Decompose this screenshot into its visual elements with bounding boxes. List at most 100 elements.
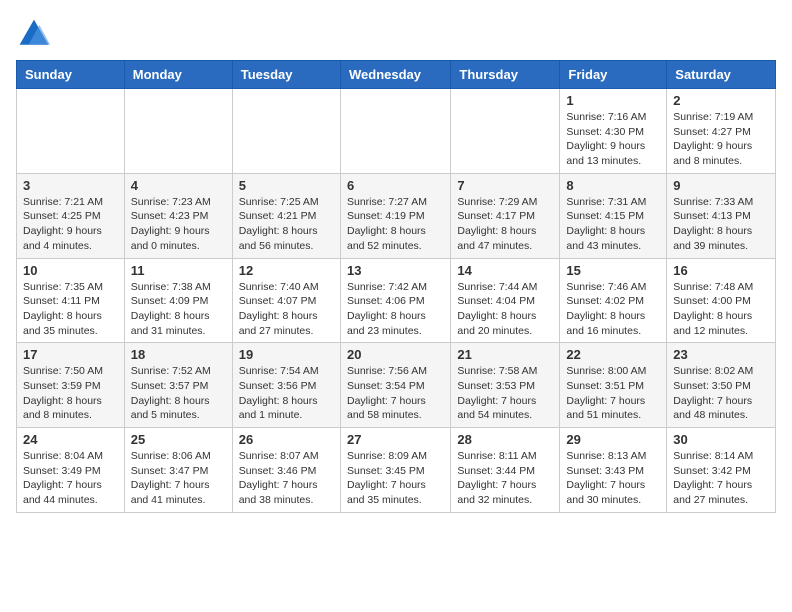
day-info: Sunrise: 7:19 AM Sunset: 4:27 PM Dayligh… bbox=[673, 110, 769, 169]
calendar-cell bbox=[17, 89, 125, 174]
calendar-cell: 20 Sunrise: 7:56 AM Sunset: 3:54 PM Dayli… bbox=[340, 343, 450, 428]
calendar-cell: 19Sunrise: 7:54 AM Sunset: 3:56 PM Dayli… bbox=[232, 343, 340, 428]
day-info: Sunrise: 8:07 AM Sunset: 3:46 PM Dayligh… bbox=[239, 449, 334, 508]
day-info: Sunrise: 7:58 AM Sunset: 3:53 PM Dayligh… bbox=[457, 364, 553, 423]
calendar-cell: 8 Sunrise: 7:31 AM Sunset: 4:15 PM Daylig… bbox=[560, 173, 667, 258]
calendar-cell bbox=[340, 89, 450, 174]
day-number: 25 bbox=[131, 432, 226, 447]
day-number: 23 bbox=[673, 347, 769, 362]
day-info: Sunrise: 8:14 AM Sunset: 3:42 PM Dayligh… bbox=[673, 449, 769, 508]
day-info: Sunrise: 7:33 AM Sunset: 4:13 PM Dayligh… bbox=[673, 195, 769, 254]
day-number: 17 bbox=[23, 347, 118, 362]
calendar-cell: 14 Sunrise: 7:44 AM Sunset: 4:04 PM Dayli… bbox=[451, 258, 560, 343]
calendar-cell: 21 Sunrise: 7:58 AM Sunset: 3:53 PM Dayli… bbox=[451, 343, 560, 428]
day-number: 21 bbox=[457, 347, 553, 362]
day-info: Sunrise: 7:48 AM Sunset: 4:00 PM Dayligh… bbox=[673, 280, 769, 339]
day-info: Sunrise: 7:29 AM Sunset: 4:17 PM Dayligh… bbox=[457, 195, 553, 254]
day-info: Sunrise: 7:38 AM Sunset: 4:09 PM Dayligh… bbox=[131, 280, 226, 339]
day-of-week-header: Saturday bbox=[667, 61, 776, 89]
logo-icon bbox=[16, 16, 52, 52]
day-info: Sunrise: 8:02 AM Sunset: 3:50 PM Dayligh… bbox=[673, 364, 769, 423]
calendar-week-row: 17 Sunrise: 7:50 AM Sunset: 3:59 PM Dayli… bbox=[17, 343, 776, 428]
day-info: Sunrise: 7:35 AM Sunset: 4:11 PM Dayligh… bbox=[23, 280, 118, 339]
day-number: 8 bbox=[566, 178, 660, 193]
day-number: 7 bbox=[457, 178, 553, 193]
calendar-cell: 6 Sunrise: 7:27 AM Sunset: 4:19 PM Daylig… bbox=[340, 173, 450, 258]
day-number: 4 bbox=[131, 178, 226, 193]
day-number: 6 bbox=[347, 178, 444, 193]
calendar-cell: 3Sunrise: 7:21 AM Sunset: 4:25 PM Daylig… bbox=[17, 173, 125, 258]
calendar-cell: 13 Sunrise: 7:42 AM Sunset: 4:06 PM Dayli… bbox=[340, 258, 450, 343]
calendar-cell: 5 Sunrise: 7:25 AM Sunset: 4:21 PM Daylig… bbox=[232, 173, 340, 258]
day-number: 10 bbox=[23, 263, 118, 278]
day-info: Sunrise: 8:13 AM Sunset: 3:43 PM Dayligh… bbox=[566, 449, 660, 508]
day-number: 16 bbox=[673, 263, 769, 278]
day-info: Sunrise: 7:27 AM Sunset: 4:19 PM Dayligh… bbox=[347, 195, 444, 254]
day-number: 2 bbox=[673, 93, 769, 108]
day-number: 11 bbox=[131, 263, 226, 278]
day-number: 5 bbox=[239, 178, 334, 193]
calendar-cell: 27 Sunrise: 8:09 AM Sunset: 3:45 PM Dayli… bbox=[340, 428, 450, 513]
calendar-week-row: 3Sunrise: 7:21 AM Sunset: 4:25 PM Daylig… bbox=[17, 173, 776, 258]
calendar-week-row: 10 Sunrise: 7:35 AM Sunset: 4:11 PM Dayli… bbox=[17, 258, 776, 343]
calendar-cell: 18 Sunrise: 7:52 AM Sunset: 3:57 PM Dayli… bbox=[124, 343, 232, 428]
calendar-cell: 28Sunrise: 8:11 AM Sunset: 3:44 PM Dayli… bbox=[451, 428, 560, 513]
calendar-cell bbox=[232, 89, 340, 174]
calendar-cell: 30 Sunrise: 8:14 AM Sunset: 3:42 PM Dayli… bbox=[667, 428, 776, 513]
calendar-cell bbox=[451, 89, 560, 174]
calendar-cell: 24 Sunrise: 8:04 AM Sunset: 3:49 PM Dayli… bbox=[17, 428, 125, 513]
day-info: Sunrise: 7:50 AM Sunset: 3:59 PM Dayligh… bbox=[23, 364, 118, 423]
calendar-week-row: 1Sunrise: 7:16 AM Sunset: 4:30 PM Daylig… bbox=[17, 89, 776, 174]
calendar-cell: 4 Sunrise: 7:23 AM Sunset: 4:23 PM Daylig… bbox=[124, 173, 232, 258]
day-info: Sunrise: 7:56 AM Sunset: 3:54 PM Dayligh… bbox=[347, 364, 444, 423]
day-info: Sunrise: 7:40 AM Sunset: 4:07 PM Dayligh… bbox=[239, 280, 334, 339]
day-info: Sunrise: 7:46 AM Sunset: 4:02 PM Dayligh… bbox=[566, 280, 660, 339]
calendar-cell: 7 Sunrise: 7:29 AM Sunset: 4:17 PM Daylig… bbox=[451, 173, 560, 258]
day-number: 27 bbox=[347, 432, 444, 447]
day-info: Sunrise: 7:31 AM Sunset: 4:15 PM Dayligh… bbox=[566, 195, 660, 254]
day-info: Sunrise: 8:09 AM Sunset: 3:45 PM Dayligh… bbox=[347, 449, 444, 508]
day-number: 14 bbox=[457, 263, 553, 278]
day-of-week-header: Monday bbox=[124, 61, 232, 89]
day-info: Sunrise: 7:52 AM Sunset: 3:57 PM Dayligh… bbox=[131, 364, 226, 423]
day-of-week-header: Sunday bbox=[17, 61, 125, 89]
day-number: 20 bbox=[347, 347, 444, 362]
day-of-week-header: Wednesday bbox=[340, 61, 450, 89]
day-number: 24 bbox=[23, 432, 118, 447]
calendar-week-row: 24 Sunrise: 8:04 AM Sunset: 3:49 PM Dayli… bbox=[17, 428, 776, 513]
calendar-cell: 11 Sunrise: 7:38 AM Sunset: 4:09 PM Dayli… bbox=[124, 258, 232, 343]
day-info: Sunrise: 7:16 AM Sunset: 4:30 PM Dayligh… bbox=[566, 110, 660, 169]
calendar-cell: 15 Sunrise: 7:46 AM Sunset: 4:02 PM Dayli… bbox=[560, 258, 667, 343]
calendar-table: SundayMondayTuesdayWednesdayThursdayFrid… bbox=[16, 60, 776, 513]
day-info: Sunrise: 8:00 AM Sunset: 3:51 PM Dayligh… bbox=[566, 364, 660, 423]
page-header bbox=[16, 16, 776, 52]
day-info: Sunrise: 7:42 AM Sunset: 4:06 PM Dayligh… bbox=[347, 280, 444, 339]
day-info: Sunrise: 7:23 AM Sunset: 4:23 PM Dayligh… bbox=[131, 195, 226, 254]
calendar-cell: 2 Sunrise: 7:19 AM Sunset: 4:27 PM Daylig… bbox=[667, 89, 776, 174]
day-number: 13 bbox=[347, 263, 444, 278]
calendar-cell: 23 Sunrise: 8:02 AM Sunset: 3:50 PM Dayli… bbox=[667, 343, 776, 428]
day-number: 9 bbox=[673, 178, 769, 193]
logo bbox=[16, 16, 56, 52]
day-number: 3 bbox=[23, 178, 118, 193]
calendar-cell: 29Sunrise: 8:13 AM Sunset: 3:43 PM Dayli… bbox=[560, 428, 667, 513]
calendar-cell: 1Sunrise: 7:16 AM Sunset: 4:30 PM Daylig… bbox=[560, 89, 667, 174]
calendar-cell: 26 Sunrise: 8:07 AM Sunset: 3:46 PM Dayli… bbox=[232, 428, 340, 513]
day-of-week-header: Friday bbox=[560, 61, 667, 89]
day-of-week-header: Thursday bbox=[451, 61, 560, 89]
calendar-cell bbox=[124, 89, 232, 174]
calendar-cell: 12Sunrise: 7:40 AM Sunset: 4:07 PM Dayli… bbox=[232, 258, 340, 343]
calendar-cell: 25 Sunrise: 8:06 AM Sunset: 3:47 PM Dayli… bbox=[124, 428, 232, 513]
day-info: Sunrise: 8:04 AM Sunset: 3:49 PM Dayligh… bbox=[23, 449, 118, 508]
day-info: Sunrise: 8:11 AM Sunset: 3:44 PM Dayligh… bbox=[457, 449, 553, 508]
day-info: Sunrise: 7:44 AM Sunset: 4:04 PM Dayligh… bbox=[457, 280, 553, 339]
calendar-cell: 17 Sunrise: 7:50 AM Sunset: 3:59 PM Dayli… bbox=[17, 343, 125, 428]
calendar-header-row: SundayMondayTuesdayWednesdayThursdayFrid… bbox=[17, 61, 776, 89]
day-number: 30 bbox=[673, 432, 769, 447]
day-number: 18 bbox=[131, 347, 226, 362]
day-info: Sunrise: 8:06 AM Sunset: 3:47 PM Dayligh… bbox=[131, 449, 226, 508]
day-info: Sunrise: 7:25 AM Sunset: 4:21 PM Dayligh… bbox=[239, 195, 334, 254]
day-number: 26 bbox=[239, 432, 334, 447]
calendar-cell: 16 Sunrise: 7:48 AM Sunset: 4:00 PM Dayli… bbox=[667, 258, 776, 343]
day-number: 15 bbox=[566, 263, 660, 278]
